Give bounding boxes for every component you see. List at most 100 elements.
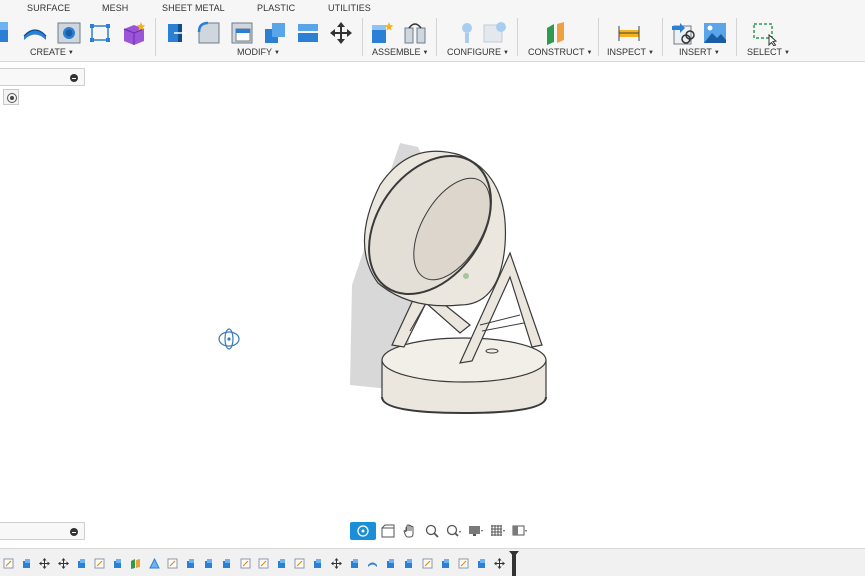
extrude-icon[interactable] (0, 20, 14, 46)
divider (662, 18, 663, 56)
tab-sheet-metal[interactable]: SHEET METAL (162, 3, 225, 13)
display-settings-icon[interactable] (466, 522, 486, 540)
joint-icon[interactable] (402, 20, 428, 46)
split-icon[interactable] (295, 20, 321, 46)
timeline-extrude-icon[interactable] (76, 558, 87, 569)
timeline-extrude-icon[interactable] (312, 558, 323, 569)
select-group: SELECT ▼ (740, 14, 800, 60)
chevron-down-icon: ▼ (422, 50, 429, 56)
insert-image-icon[interactable] (702, 20, 728, 46)
create-menu[interactable]: CREATE ▼ (30, 47, 74, 57)
timeline-sketch-icon[interactable] (422, 558, 433, 569)
configure-group: CONFIGURE ▼ (440, 14, 514, 60)
timeline-extrude-icon[interactable] (440, 558, 451, 569)
shell-icon[interactable] (229, 20, 255, 46)
divider (598, 18, 599, 56)
timeline-sketch-icon[interactable] (3, 558, 14, 569)
comments-panel (0, 522, 85, 540)
visibility-toggle[interactable] (3, 89, 19, 105)
timeline-sketch-icon[interactable] (167, 558, 178, 569)
insert-link-icon[interactable] (670, 20, 696, 46)
configure-menu[interactable]: CONFIGURE ▼ (447, 47, 509, 57)
timeline-extrude-icon[interactable] (349, 558, 360, 569)
timeline-sketch-icon[interactable] (294, 558, 305, 569)
timeline-extrude-icon[interactable] (21, 558, 32, 569)
offset-plane-icon[interactable] (543, 20, 569, 46)
create-label: CREATE (30, 47, 66, 57)
look-at-icon[interactable] (378, 522, 398, 540)
assemble-menu[interactable]: ASSEMBLE ▼ (372, 47, 428, 57)
fillet-icon[interactable] (196, 20, 222, 46)
timeline (0, 548, 865, 576)
assemble-group: ASSEMBLE ▼ (366, 14, 432, 60)
timeline-extrude-icon[interactable] (403, 558, 414, 569)
select-menu[interactable]: SELECT ▼ (747, 47, 790, 57)
tab-surface[interactable]: SURFACE (27, 3, 70, 13)
revolve-icon[interactable] (22, 20, 48, 46)
chevron-down-icon: ▼ (67, 50, 74, 56)
timeline-move-icon[interactable] (39, 558, 51, 569)
zoom-window-icon[interactable] (422, 522, 442, 540)
insert-group: INSERT ▼ (666, 14, 734, 60)
select-label: SELECT (747, 47, 783, 57)
assemble-label: ASSEMBLE (372, 47, 421, 57)
new-component-icon[interactable] (369, 20, 395, 46)
construct-label: CONSTRUCT (528, 47, 585, 57)
expand-panel-icon[interactable] (70, 528, 78, 536)
tab-mesh[interactable]: MESH (102, 3, 128, 13)
timeline-sketch-icon[interactable] (458, 558, 469, 569)
timeline-marker[interactable] (512, 551, 516, 576)
insert-menu[interactable]: INSERT ▼ (679, 47, 720, 57)
timeline-extrude-icon[interactable] (112, 558, 123, 569)
divider (155, 18, 156, 56)
timeline-sketch-icon[interactable] (94, 558, 105, 569)
divider (362, 18, 363, 56)
hole-icon[interactable] (56, 20, 82, 46)
chevron-down-icon: ▼ (784, 50, 790, 56)
tab-plastic[interactable]: PLASTIC (257, 3, 295, 13)
viewport-3d-model[interactable] (340, 135, 560, 420)
move-icon[interactable] (328, 20, 354, 46)
configure-rule-icon[interactable] (482, 20, 508, 46)
chevron-down-icon: ▼ (713, 50, 720, 56)
configure-label: CONFIGURE (447, 47, 501, 57)
timeline-extrude-icon[interactable] (203, 558, 214, 569)
timeline-revolve-icon[interactable] (367, 558, 378, 569)
selection-window-icon[interactable] (751, 20, 777, 46)
timeline-sketch-icon[interactable] (258, 558, 269, 569)
timeline-move-icon[interactable] (57, 558, 69, 569)
timeline-extrude-icon[interactable] (185, 558, 196, 569)
sketch-icon[interactable] (87, 20, 113, 46)
zoom-icon[interactable] (444, 522, 464, 540)
tab-utilities[interactable]: UTILITIES (328, 3, 371, 13)
combine-icon[interactable] (262, 20, 288, 46)
timeline-move-icon[interactable] (330, 558, 342, 569)
grid-icon[interactable] (488, 522, 508, 540)
configure-table-icon[interactable] (454, 20, 480, 46)
navigation-bar (350, 521, 530, 541)
collapse-panel-icon[interactable] (70, 74, 78, 82)
orbit-icon[interactable] (350, 522, 376, 540)
timeline-extrude-icon[interactable] (385, 558, 396, 569)
divider (517, 18, 518, 56)
timeline-move-icon[interactable] (494, 558, 506, 569)
timeline-plane-icon[interactable] (130, 558, 141, 569)
press-pull-icon[interactable] (163, 20, 189, 46)
inspect-label: INSPECT (607, 47, 647, 57)
divider (736, 18, 737, 56)
timeline-triangle-icon[interactable] (148, 558, 160, 569)
construct-group: CONSTRUCT ▼ (521, 14, 595, 60)
timeline-sketch-icon[interactable] (240, 558, 251, 569)
construct-menu[interactable]: CONSTRUCT ▼ (528, 47, 592, 57)
viewports-icon[interactable] (510, 522, 530, 540)
pan-icon[interactable] (400, 522, 420, 540)
toolbar: SURFACE MESH SHEET METAL PLASTIC UTILITI… (0, 0, 865, 62)
timeline-extrude-icon[interactable] (276, 558, 287, 569)
modify-menu[interactable]: MODIFY ▼ (237, 47, 280, 57)
timeline-extrude-icon[interactable] (476, 558, 487, 569)
inspect-menu[interactable]: INSPECT ▼ (607, 47, 654, 57)
measure-icon[interactable] (616, 20, 642, 46)
create-group: CREATE ▼ (0, 14, 152, 60)
timeline-extrude-icon[interactable] (221, 558, 232, 569)
form-icon[interactable] (121, 20, 147, 46)
